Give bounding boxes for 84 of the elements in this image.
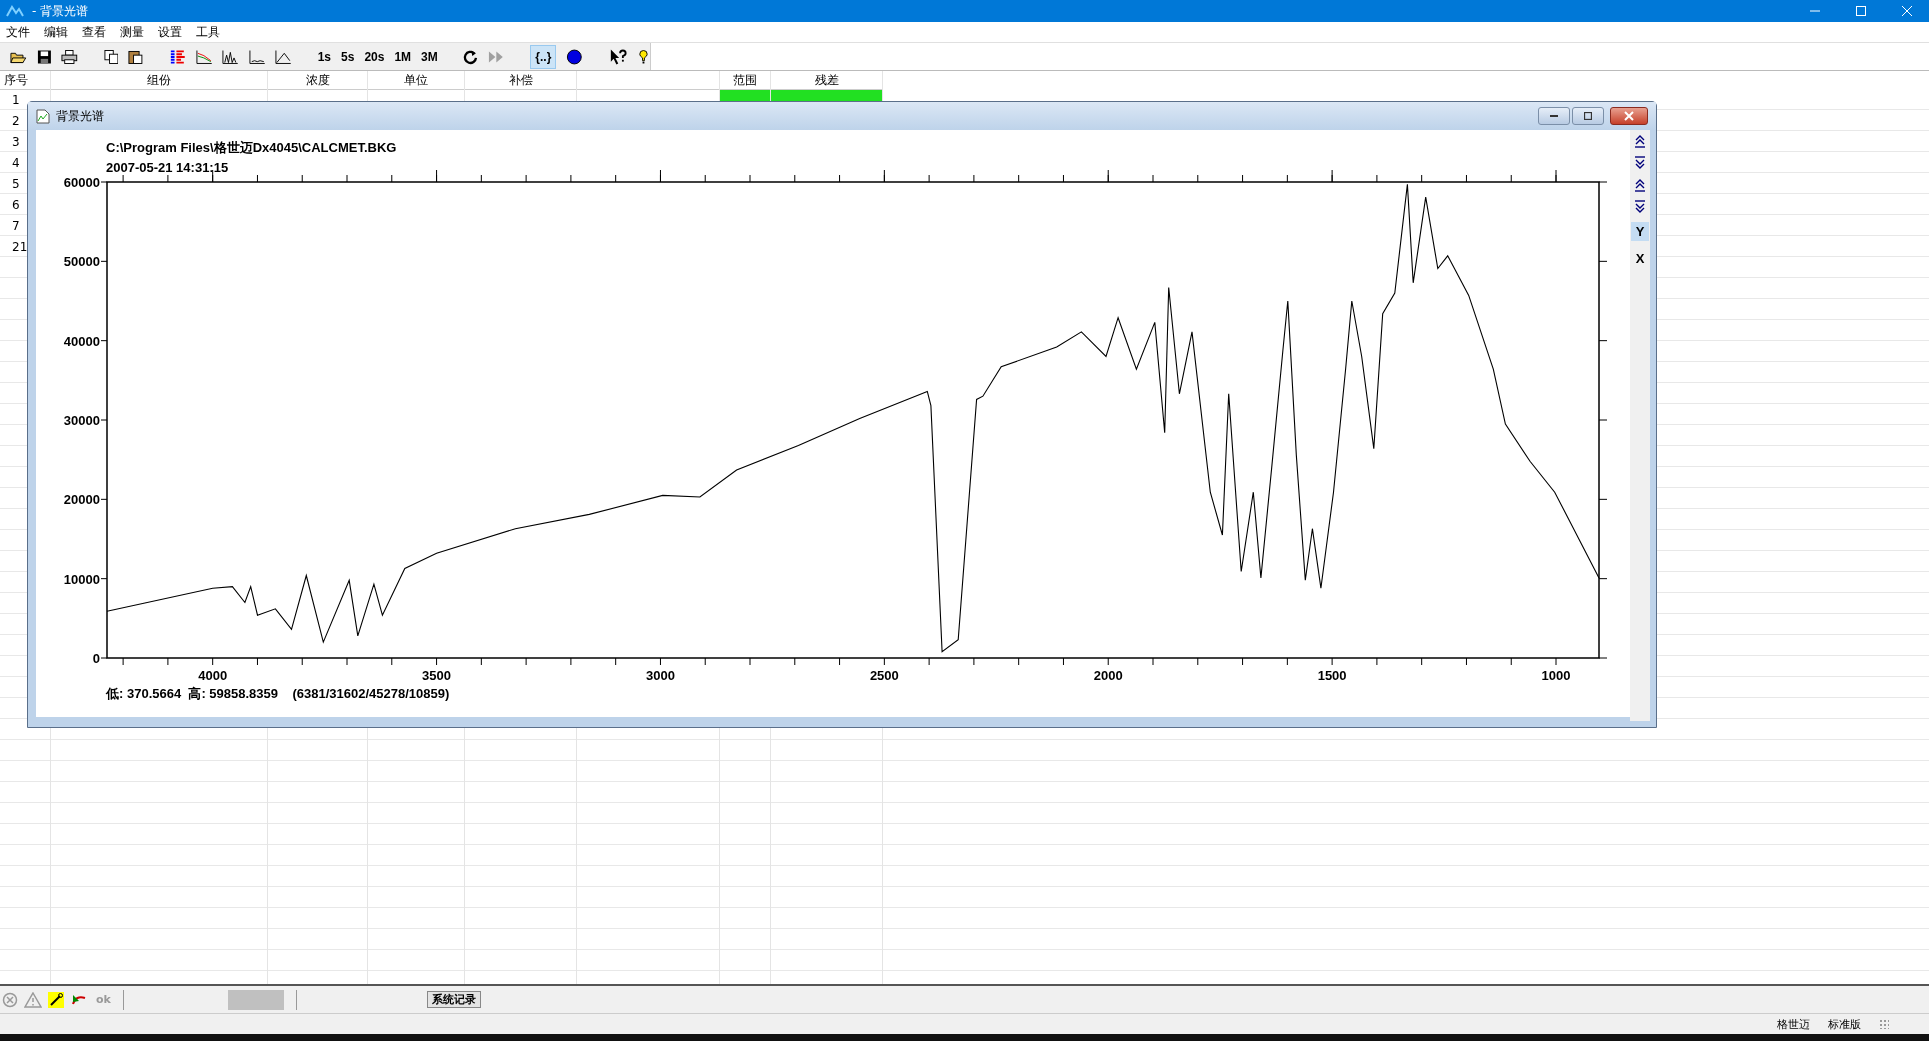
row-number: 7 (12, 219, 20, 233)
y-tick-label: 30000 (63, 413, 100, 428)
restore-icon (1584, 112, 1592, 120)
x-tick-label: 1000 (1541, 668, 1571, 683)
column-header: 序号 (0, 71, 50, 90)
column-header: 范围 (720, 71, 770, 90)
line-chart-icon[interactable] (275, 48, 293, 65)
interval-button[interactable]: 3M (421, 49, 438, 64)
window-title: - 背景光谱 (32, 2, 89, 20)
interval-button[interactable]: 1M (394, 49, 412, 64)
close-icon[interactable] (1901, 5, 1913, 17)
menu-item[interactable]: 设置 (158, 23, 182, 41)
close-icon (1624, 111, 1634, 121)
system-log-button[interactable]: 系统记录 (426, 991, 481, 1008)
double-down-caret-icon[interactable] (1634, 200, 1646, 214)
x-tick-label: 4000 (198, 668, 228, 683)
interval-button[interactable]: 1s (317, 49, 332, 64)
y-tick-label: 0 (92, 651, 100, 666)
maximize-icon[interactable] (1855, 5, 1867, 17)
bracket-button[interactable]: {..} (530, 44, 557, 69)
menu-item[interactable]: 查看 (82, 23, 106, 41)
error-circle-icon (2, 991, 18, 1008)
row-number: 3 (12, 135, 20, 149)
interval-button[interactable]: 20s (364, 49, 385, 64)
x-tick-label: 2000 (1093, 668, 1123, 683)
save-icon[interactable] (36, 48, 52, 65)
row-number: 21 (12, 240, 28, 254)
close-button[interactable] (1610, 107, 1648, 125)
company-name: 格世迈 (1777, 1016, 1810, 1032)
double-up-caret-icon[interactable] (1634, 134, 1646, 148)
menu-item[interactable]: 工具 (196, 23, 220, 41)
help-pointer-icon[interactable] (608, 47, 628, 66)
row-number: 6 (12, 198, 20, 212)
warning-icon (24, 991, 42, 1008)
column-header: 单位 (368, 71, 464, 90)
print-icon[interactable] (61, 48, 79, 65)
y-tick-label: 20000 (63, 492, 100, 508)
y-tick-label: 40000 (63, 333, 100, 349)
timestamp: 2007-05-21 14:31:15 (106, 160, 229, 175)
y-tick-label: 50000 (63, 254, 100, 270)
edition-label: 标准版 (1828, 1016, 1861, 1032)
multi-line-chart-icon[interactable] (195, 48, 213, 65)
double-up-caret-icon[interactable] (1634, 178, 1646, 192)
menu-item[interactable]: 测量 (120, 23, 144, 41)
minimize-icon (1550, 115, 1558, 117)
peak-chart-icon[interactable] (222, 48, 239, 65)
row-number: 1 (12, 93, 20, 107)
refresh-icon[interactable] (463, 48, 479, 65)
row-number: 5 (12, 177, 20, 191)
app-icon (6, 4, 24, 18)
column-header: 组份 (51, 71, 267, 90)
minimize-button[interactable] (1538, 107, 1570, 125)
axis-button[interactable]: Y (1631, 222, 1649, 241)
x-tick-label: 1500 (1317, 668, 1347, 683)
x-tick-label: 2500 (869, 668, 899, 683)
interval-button[interactable]: 5s (341, 49, 355, 64)
column-header: 浓度 (268, 71, 367, 90)
help-bulb-icon[interactable] (637, 47, 650, 66)
column-header: 补偿 (465, 71, 576, 90)
baseline-chart-icon[interactable] (248, 48, 266, 65)
resize-grip[interactable] (1879, 1019, 1889, 1029)
record-icon[interactable] (566, 47, 583, 66)
row-number: 4 (12, 156, 20, 170)
intensity-stats: 低: 370.5664 高: 59858.8359 (6381/31602/45278/10859) (106, 686, 450, 701)
menu-item[interactable]: 文件 (6, 23, 30, 41)
child-window-title: 背景光谱 (56, 107, 104, 125)
y-tick-label: 10000 (63, 571, 100, 587)
copy-icon[interactable] (103, 48, 119, 65)
spectrum-doc-icon (36, 108, 50, 124)
file-path: C:\Program Files\格世迈Dx4045\CALCMET.BKG (106, 140, 397, 155)
x-tick-label: 3500 (422, 668, 452, 683)
progress-box (227, 989, 284, 1010)
x-tick-label: 3000 (646, 668, 675, 683)
double-down-caret-icon[interactable] (1634, 156, 1646, 170)
axis-button[interactable]: X (1631, 249, 1649, 268)
paste-icon[interactable] (128, 48, 144, 65)
status-text: ok (96, 993, 111, 1006)
wrench-icon (48, 991, 64, 1008)
bar-list-icon[interactable] (168, 48, 186, 65)
row-number: 2 (12, 114, 20, 128)
column-header: 残差 (771, 71, 882, 90)
restore-button[interactable] (1572, 107, 1604, 125)
y-tick-label: 60000 (63, 175, 100, 190)
menu-item[interactable]: 编辑 (44, 23, 68, 41)
